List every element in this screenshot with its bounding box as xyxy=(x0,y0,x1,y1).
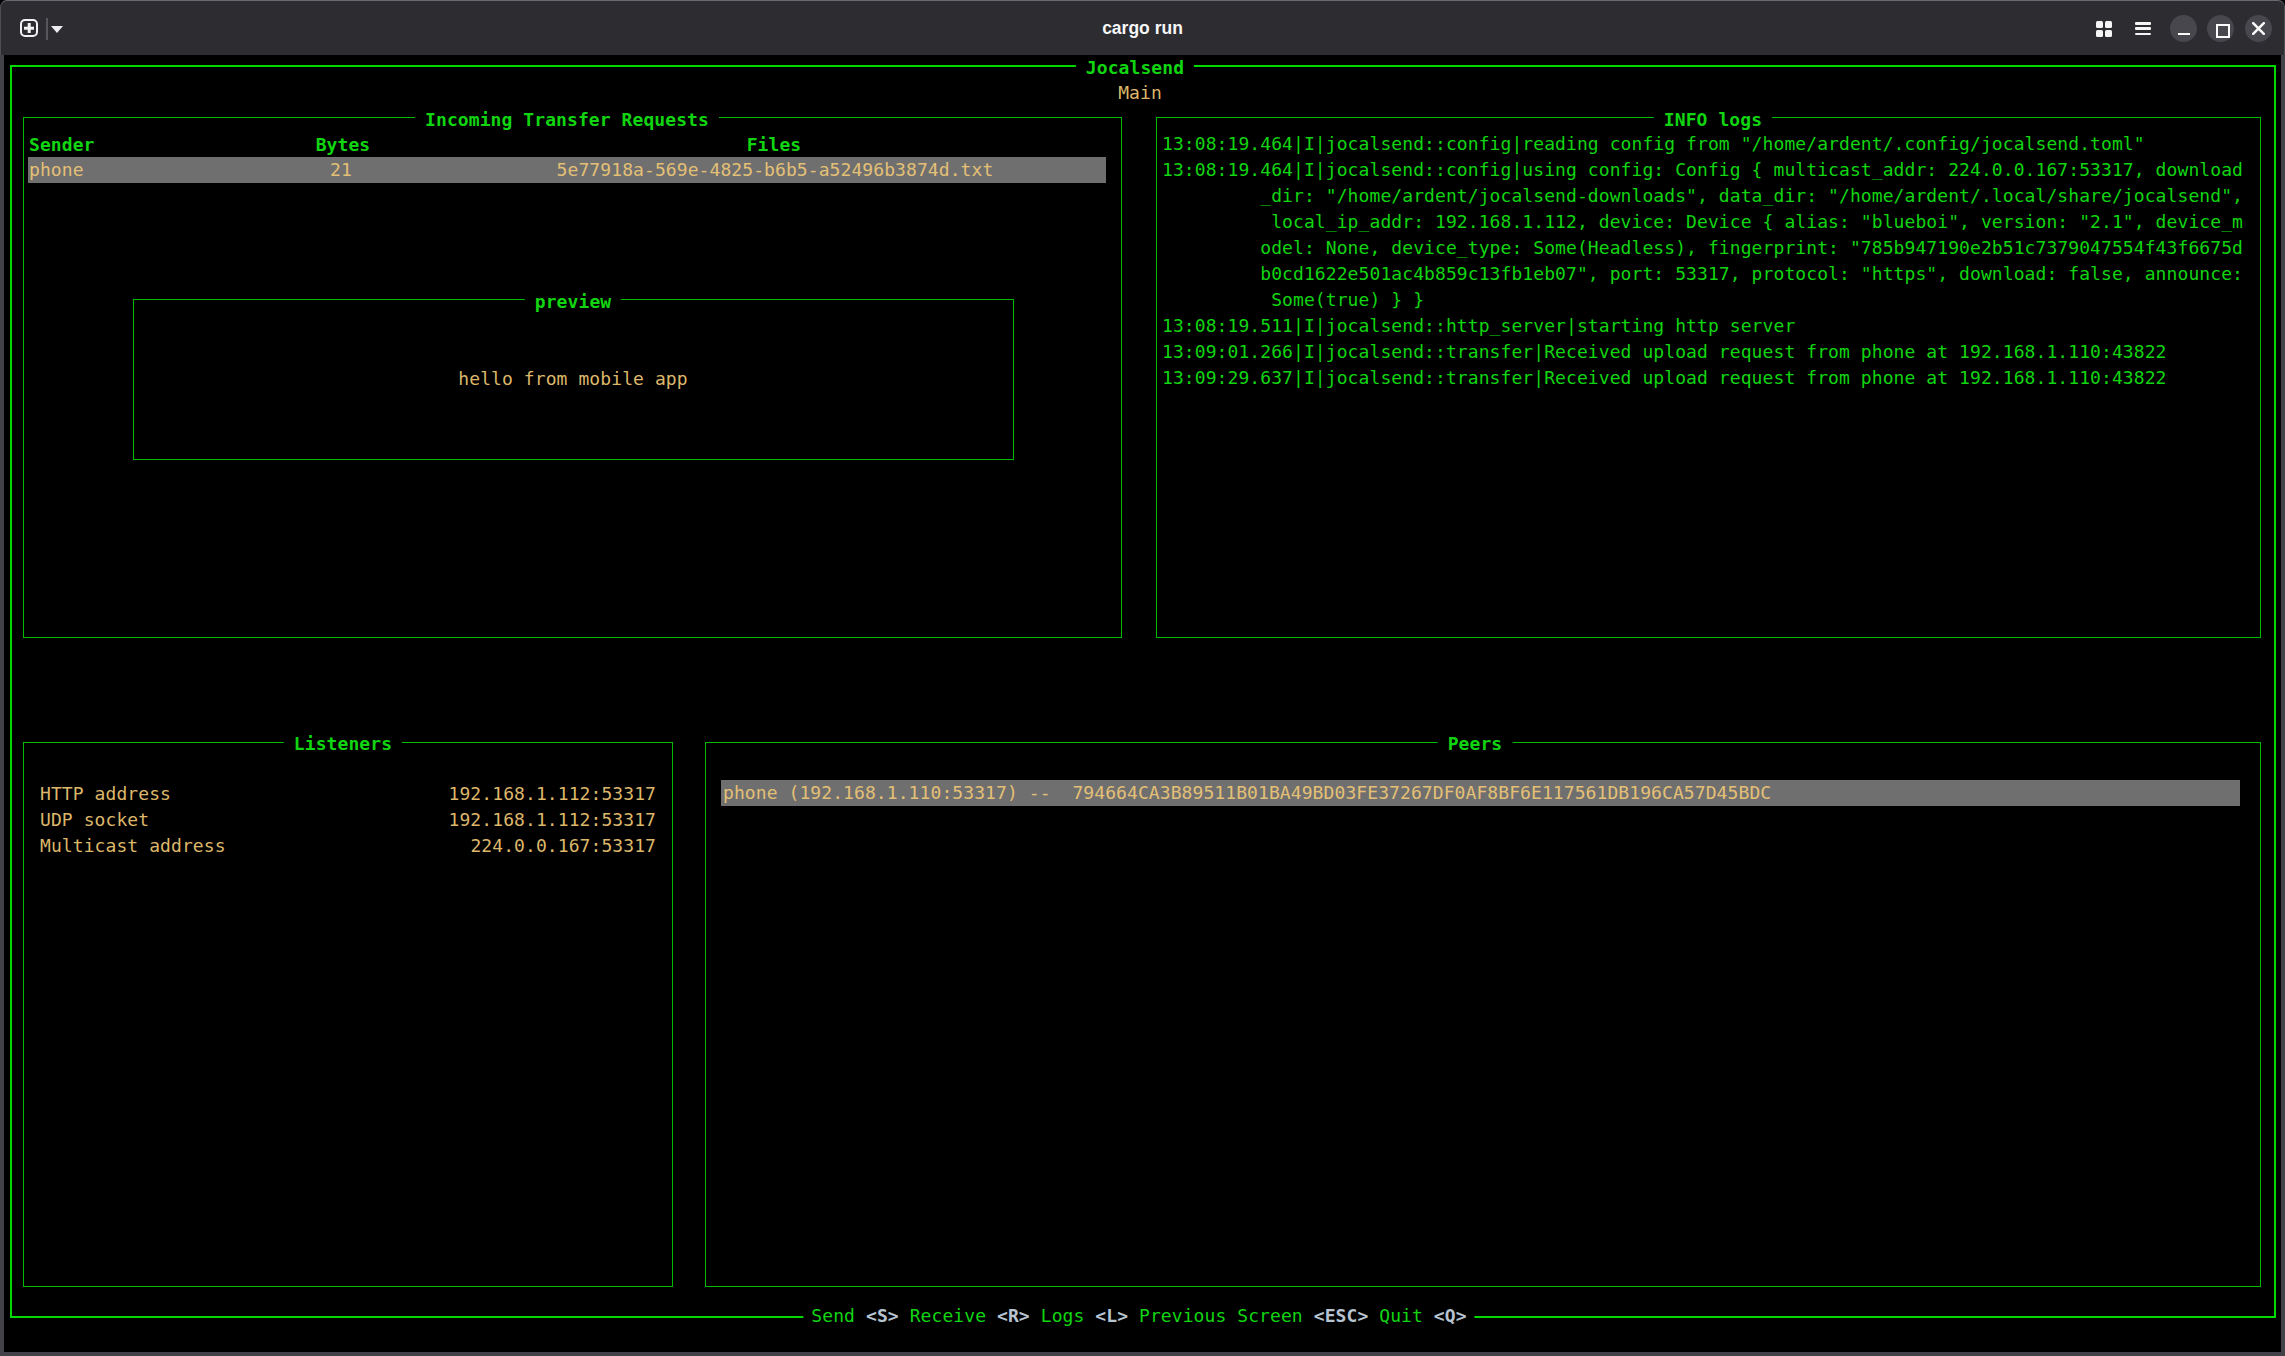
tab-overview-button grid-icon[interactable] xyxy=(2096,21,2112,37)
listener-value: 192.168.1.112:53317 xyxy=(449,781,656,807)
listener-value: 192.168.1.112:53317 xyxy=(449,807,656,833)
status-key: <S> xyxy=(866,1305,899,1326)
status-key: <L> xyxy=(1095,1305,1128,1326)
tab-switcher-button caret-down-icon[interactable] xyxy=(51,26,63,33)
transfer-row-sender: phone xyxy=(29,157,84,183)
transfer-row-bytes: 21 xyxy=(330,157,352,183)
listener-label: Multicast address xyxy=(40,833,226,859)
log-line: b0cd1622e501ac4b859c13fb1eb07", port: 53… xyxy=(1162,261,2243,287)
window-edge-right xyxy=(2281,55,2285,1352)
listener-label: UDP socket xyxy=(40,807,149,833)
close-button close-icon[interactable] xyxy=(2245,15,2272,42)
panel-incoming-title: Incoming Transfer Requests xyxy=(415,107,719,133)
status-label: Logs xyxy=(1041,1305,1085,1326)
status-key: <R> xyxy=(997,1305,1030,1326)
screen-title: Main xyxy=(1118,80,1162,106)
preview-content: hello from mobile app xyxy=(458,366,687,392)
column-header-bytes: Bytes xyxy=(316,132,371,158)
minimize-button minimize-icon[interactable] xyxy=(2170,15,2197,42)
transfer-row-files: 5e77918a-569e-4825-b6b5-a52496b3874d.txt xyxy=(557,157,994,183)
preview-title: preview xyxy=(525,289,621,315)
status-label: Quit xyxy=(1379,1305,1423,1326)
panel-listeners-title: Listeners xyxy=(284,731,402,757)
window-title: cargo run xyxy=(1,1,2284,56)
new-tab-button new-tab-icon[interactable] xyxy=(20,19,38,37)
menu-button hamburger-icon[interactable] xyxy=(2135,22,2151,36)
column-header-files: Files xyxy=(747,132,802,158)
log-line: 13:09:01.266|I|jocalsend::transfer|Recei… xyxy=(1162,339,2167,365)
window-edge-bottom xyxy=(0,1352,2285,1356)
log-line: 13:08:19.511|I|jocalsend::http_server|st… xyxy=(1162,313,1795,339)
status-label: Receive xyxy=(910,1305,986,1326)
log-line: local_ip_addr: 192.168.1.112, device: De… xyxy=(1162,209,2243,235)
titlebar-separator xyxy=(46,18,48,40)
status-key: <ESC> xyxy=(1314,1305,1369,1326)
window-titlebar: cargo run xyxy=(0,0,2285,55)
listener-value: 224.0.0.167:53317 xyxy=(470,833,656,859)
listener-row: UDP socket 192.168.1.112:53317 xyxy=(40,807,656,833)
listener-row: Multicast address 224.0.0.167:53317 xyxy=(40,833,656,859)
status-key: <Q> xyxy=(1434,1305,1467,1326)
log-line: odel: None, device_type: Some(Headless),… xyxy=(1162,235,2243,261)
status-bar: Send <S> Receive <R> Logs <L> Previous S… xyxy=(803,1303,1474,1329)
status-label: Previous Screen xyxy=(1139,1305,1303,1326)
panel-peers xyxy=(705,742,2261,1287)
panel-peers-title: Peers xyxy=(1438,731,1513,757)
app-title: Jocalsend xyxy=(1076,55,1194,81)
log-line: Some(true) } } xyxy=(1162,287,1424,313)
log-line: 13:08:19.464|I|jocalsend::config|using c… xyxy=(1162,157,2243,183)
peer-row: phone (192.168.1.110:53317) -- 794664CA3… xyxy=(723,780,1771,806)
column-header-sender: Sender xyxy=(29,132,95,158)
log-line: 13:08:19.464|I|jocalsend::config|reading… xyxy=(1162,131,2145,157)
status-label: Send xyxy=(811,1305,855,1326)
log-line: 13:09:29.637|I|jocalsend::transfer|Recei… xyxy=(1162,365,2167,391)
listener-row: HTTP address 192.168.1.112:53317 xyxy=(40,781,656,807)
maximize-button maximize-icon[interactable] xyxy=(2207,15,2234,42)
log-line: _dir: "/home/ardent/jocalsend-downloads"… xyxy=(1162,183,2243,209)
listener-label: HTTP address xyxy=(40,781,171,807)
panel-info-logs-title: INFO logs xyxy=(1654,107,1772,133)
